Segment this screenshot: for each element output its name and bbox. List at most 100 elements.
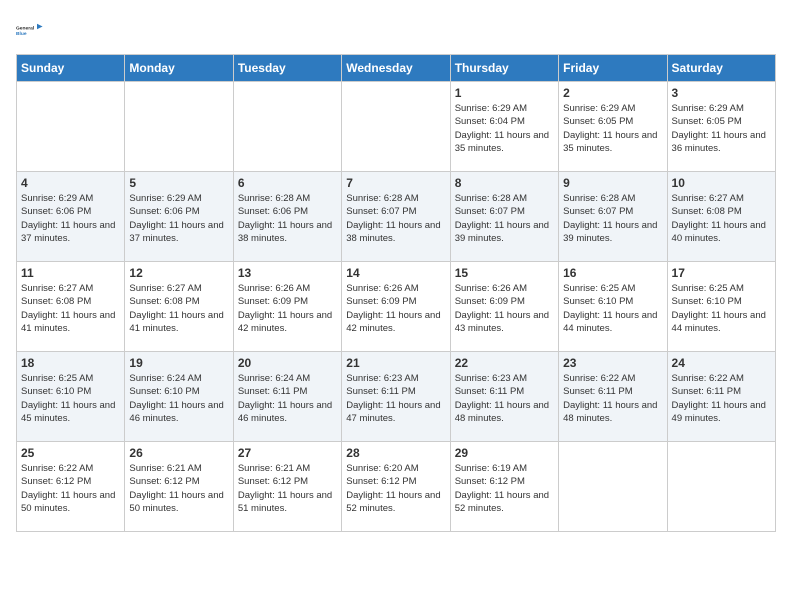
calendar-day-cell: 27 Sunrise: 6:21 AMSunset: 6:12 PMDayligh… <box>233 442 341 532</box>
day-info: Sunrise: 6:21 AMSunset: 6:12 PMDaylight:… <box>238 462 337 515</box>
weekday-header: Thursday <box>450 55 558 82</box>
day-info: Sunrise: 6:24 AMSunset: 6:11 PMDaylight:… <box>238 372 337 425</box>
calendar-week-row: 1 Sunrise: 6:29 AMSunset: 6:04 PMDaylight… <box>17 82 776 172</box>
calendar-day-cell: 5 Sunrise: 6:29 AMSunset: 6:06 PMDaylight… <box>125 172 233 262</box>
day-number: 16 <box>563 266 662 280</box>
day-number: 17 <box>672 266 771 280</box>
calendar-day-cell: 21 Sunrise: 6:23 AMSunset: 6:11 PMDayligh… <box>342 352 450 442</box>
calendar-day-cell: 17 Sunrise: 6:25 AMSunset: 6:10 PMDayligh… <box>667 262 775 352</box>
calendar-day-cell: 1 Sunrise: 6:29 AMSunset: 6:04 PMDaylight… <box>450 82 558 172</box>
calendar-day-cell: 16Sunrise: 6:25 AMSunset: 6:10 PMDayligh… <box>559 262 667 352</box>
day-info: Sunrise: 6:26 AMSunset: 6:09 PMDaylight:… <box>238 282 337 335</box>
calendar-day-cell: 28 Sunrise: 6:20 AMSunset: 6:12 PMDayligh… <box>342 442 450 532</box>
calendar-day-cell: 13 Sunrise: 6:26 AMSunset: 6:09 PMDayligh… <box>233 262 341 352</box>
day-info: Sunrise: 6:22 AMSunset: 6:11 PMDaylight:… <box>672 372 771 425</box>
calendar-day-cell <box>667 442 775 532</box>
day-info: Sunrise: 6:24 AMSunset: 6:10 PMDaylight:… <box>129 372 228 425</box>
day-info: Sunrise: 6:21 AMSunset: 6:12 PMDaylight:… <box>129 462 228 515</box>
day-info: Sunrise: 6:23 AMSunset: 6:11 PMDaylight:… <box>455 372 554 425</box>
day-info: Sunrise: 6:20 AMSunset: 6:12 PMDaylight:… <box>346 462 445 515</box>
day-info: Sunrise: 6:29 AMSunset: 6:06 PMDaylight:… <box>21 192 120 245</box>
calendar-header-row: SundayMondayTuesdayWednesdayThursdayFrid… <box>17 55 776 82</box>
calendar-day-cell: 18 Sunrise: 6:25 AMSunset: 6:10 PMDayligh… <box>17 352 125 442</box>
calendar-day-cell: 10 Sunrise: 6:27 AMSunset: 6:08 PMDayligh… <box>667 172 775 262</box>
day-number: 22 <box>455 356 554 370</box>
day-number: 18 <box>21 356 120 370</box>
calendar-day-cell: 23Sunrise: 6:22 AMSunset: 6:11 PMDayligh… <box>559 352 667 442</box>
day-number: 21 <box>346 356 445 370</box>
day-number: 29 <box>455 446 554 460</box>
day-info: Sunrise: 6:29 AMSunset: 6:05 PMDaylight:… <box>672 102 771 155</box>
calendar-day-cell <box>233 82 341 172</box>
day-number: 1 <box>455 86 554 100</box>
day-info: Sunrise: 6:25 AMSunset: 6:10 PMDaylight:… <box>672 282 771 335</box>
calendar-day-cell: 4 Sunrise: 6:29 AMSunset: 6:06 PMDaylight… <box>17 172 125 262</box>
day-number: 28 <box>346 446 445 460</box>
day-info: Sunrise: 6:26 AMSunset: 6:09 PMDaylight:… <box>455 282 554 335</box>
day-info: Sunrise: 6:28 AMSunset: 6:07 PMDaylight:… <box>563 192 662 245</box>
calendar-day-cell: 7 Sunrise: 6:28 AMSunset: 6:07 PMDaylight… <box>342 172 450 262</box>
day-number: 19 <box>129 356 228 370</box>
day-number: 27 <box>238 446 337 460</box>
day-number: 25 <box>21 446 120 460</box>
day-number: 14 <box>346 266 445 280</box>
day-info: Sunrise: 6:29 AMSunset: 6:05 PMDaylight:… <box>563 102 662 155</box>
day-number: 2 <box>563 86 662 100</box>
day-number: 4 <box>21 176 120 190</box>
calendar-day-cell: 26 Sunrise: 6:21 AMSunset: 6:12 PMDayligh… <box>125 442 233 532</box>
calendar-day-cell: 3 Sunrise: 6:29 AMSunset: 6:05 PMDaylight… <box>667 82 775 172</box>
day-number: 6 <box>238 176 337 190</box>
calendar-week-row: 25 Sunrise: 6:22 AMSunset: 6:12 PMDayligh… <box>17 442 776 532</box>
calendar-day-cell <box>125 82 233 172</box>
calendar-day-cell: 8 Sunrise: 6:28 AMSunset: 6:07 PMDaylight… <box>450 172 558 262</box>
calendar-day-cell: 11 Sunrise: 6:27 AMSunset: 6:08 PMDayligh… <box>17 262 125 352</box>
calendar-day-cell: 15 Sunrise: 6:26 AMSunset: 6:09 PMDayligh… <box>450 262 558 352</box>
svg-text:General: General <box>16 25 35 31</box>
day-info: Sunrise: 6:27 AMSunset: 6:08 PMDaylight:… <box>672 192 771 245</box>
calendar-day-cell: 9 Sunrise: 6:28 AMSunset: 6:07 PMDaylight… <box>559 172 667 262</box>
day-number: 5 <box>129 176 228 190</box>
day-number: 3 <box>672 86 771 100</box>
day-number: 20 <box>238 356 337 370</box>
day-number: 12 <box>129 266 228 280</box>
weekday-header: Saturday <box>667 55 775 82</box>
day-number: 13 <box>238 266 337 280</box>
weekday-header: Friday <box>559 55 667 82</box>
calendar-day-cell: 29Sunrise: 6:19 AMSunset: 6:12 PMDayligh… <box>450 442 558 532</box>
calendar-day-cell: 2 Sunrise: 6:29 AMSunset: 6:05 PMDaylight… <box>559 82 667 172</box>
day-info: Sunrise: 6:29 AMSunset: 6:06 PMDaylight:… <box>129 192 228 245</box>
calendar-day-cell <box>342 82 450 172</box>
day-number: 10 <box>672 176 771 190</box>
svg-text:Blue: Blue <box>16 31 27 37</box>
day-info: Sunrise: 6:23 AMSunset: 6:11 PMDaylight:… <box>346 372 445 425</box>
day-info: Sunrise: 6:28 AMSunset: 6:07 PMDaylight:… <box>455 192 554 245</box>
logo: GeneralBlue <box>16 16 44 44</box>
day-number: 7 <box>346 176 445 190</box>
calendar-day-cell: 25 Sunrise: 6:22 AMSunset: 6:12 PMDayligh… <box>17 442 125 532</box>
calendar-week-row: 18 Sunrise: 6:25 AMSunset: 6:10 PMDayligh… <box>17 352 776 442</box>
day-info: Sunrise: 6:28 AMSunset: 6:06 PMDaylight:… <box>238 192 337 245</box>
weekday-header: Tuesday <box>233 55 341 82</box>
calendar-week-row: 4 Sunrise: 6:29 AMSunset: 6:06 PMDaylight… <box>17 172 776 262</box>
calendar-table: SundayMondayTuesdayWednesdayThursdayFrid… <box>16 54 776 532</box>
day-number: 24 <box>672 356 771 370</box>
day-number: 8 <box>455 176 554 190</box>
page-header: GeneralBlue <box>16 16 776 44</box>
day-info: Sunrise: 6:22 AMSunset: 6:12 PMDaylight:… <box>21 462 120 515</box>
calendar-day-cell: 6 Sunrise: 6:28 AMSunset: 6:06 PMDaylight… <box>233 172 341 262</box>
day-info: Sunrise: 6:28 AMSunset: 6:07 PMDaylight:… <box>346 192 445 245</box>
day-info: Sunrise: 6:22 AMSunset: 6:11 PMDaylight:… <box>563 372 662 425</box>
calendar-day-cell: 14Sunrise: 6:26 AMSunset: 6:09 PMDayligh… <box>342 262 450 352</box>
day-number: 11 <box>21 266 120 280</box>
day-number: 26 <box>129 446 228 460</box>
day-info: Sunrise: 6:29 AMSunset: 6:04 PMDaylight:… <box>455 102 554 155</box>
day-info: Sunrise: 6:27 AMSunset: 6:08 PMDaylight:… <box>129 282 228 335</box>
calendar-day-cell: 12 Sunrise: 6:27 AMSunset: 6:08 PMDayligh… <box>125 262 233 352</box>
day-number: 9 <box>563 176 662 190</box>
day-info: Sunrise: 6:25 AMSunset: 6:10 PMDaylight:… <box>21 372 120 425</box>
calendar-week-row: 11 Sunrise: 6:27 AMSunset: 6:08 PMDayligh… <box>17 262 776 352</box>
calendar-day-cell <box>559 442 667 532</box>
day-info: Sunrise: 6:27 AMSunset: 6:08 PMDaylight:… <box>21 282 120 335</box>
weekday-header: Wednesday <box>342 55 450 82</box>
day-number: 15 <box>455 266 554 280</box>
